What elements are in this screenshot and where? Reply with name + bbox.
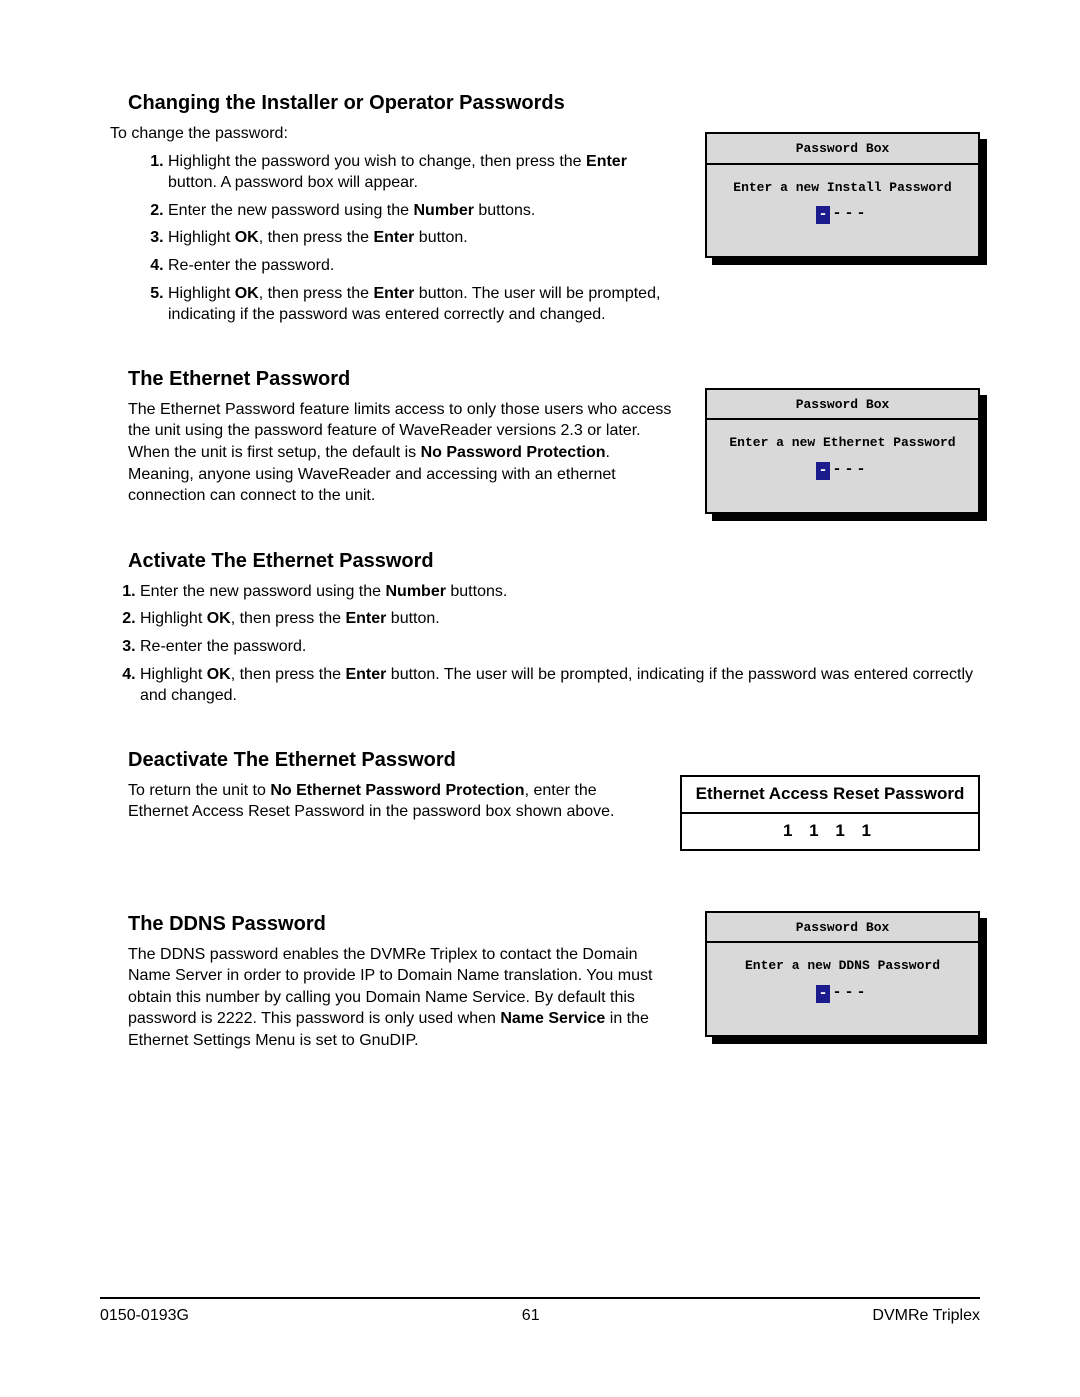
password-box-title: Password Box <box>707 913 978 944</box>
footer-product: DVMRe Triplex <box>872 1305 980 1327</box>
footer-docnum: 0150-0193G <box>100 1305 189 1327</box>
password-box-title: Password Box <box>707 390 978 421</box>
password-entry-field: ---- <box>707 204 978 224</box>
password-box-ddns: Password Box Enter a new DDNS Password -… <box>705 911 980 1037</box>
reset-password-table: Ethernet Access Reset Password 1 1 1 1 <box>680 775 980 851</box>
body-ethernet: The Ethernet Password feature limits acc… <box>128 399 675 507</box>
password-box-ethernet: Password Box Enter a new Ethernet Passwo… <box>705 388 980 514</box>
intro-changing: To change the password: <box>110 123 675 145</box>
heading-ddns: The DDNS Password <box>128 911 675 938</box>
password-entry-field: ---- <box>707 460 978 480</box>
steps-activate: Enter the new password using the Number … <box>100 581 980 707</box>
steps-changing: Highlight the password you wish to chang… <box>128 151 675 326</box>
cursor-icon: - <box>816 985 830 1003</box>
password-entry-field: ---- <box>707 983 978 1003</box>
heading-ethernet: The Ethernet Password <box>128 366 675 393</box>
password-box-prompt: Enter a new Install Password <box>707 165 978 205</box>
body-ddns: The DDNS password enables the DVMRe Trip… <box>128 944 675 1052</box>
heading-deactivate: Deactivate The Ethernet Password <box>128 747 650 774</box>
heading-activate: Activate The Ethernet Password <box>128 548 980 575</box>
cursor-icon: - <box>816 462 830 480</box>
cursor-icon: - <box>816 206 830 224</box>
body-deactivate: To return the unit to No Ethernet Passwo… <box>128 780 650 823</box>
password-box-install: Password Box Enter a new Install Passwor… <box>705 132 980 258</box>
reset-value: 1 1 1 1 <box>681 813 979 850</box>
password-box-prompt: Enter a new DDNS Password <box>707 943 978 983</box>
footer-pagenum: 61 <box>522 1305 540 1327</box>
password-box-prompt: Enter a new Ethernet Password <box>707 420 978 460</box>
reset-header: Ethernet Access Reset Password <box>681 776 979 813</box>
manual-page: Changing the Installer or Operator Passw… <box>0 0 1080 1397</box>
page-footer: 0150-0193G 61 DVMRe Triplex <box>100 1297 980 1327</box>
section-ddns: The DDNS Password The DDNS password enab… <box>110 911 980 1052</box>
section-changing: Changing the Installer or Operator Passw… <box>110 90 980 332</box>
heading-changing: Changing the Installer or Operator Passw… <box>128 90 675 117</box>
section-deactivate: Deactivate The Ethernet Password To retu… <box>110 747 980 851</box>
section-ethernet: The Ethernet Password The Ethernet Passw… <box>110 366 980 514</box>
password-box-title: Password Box <box>707 134 978 165</box>
section-activate: Activate The Ethernet Password Enter the… <box>110 548 980 707</box>
